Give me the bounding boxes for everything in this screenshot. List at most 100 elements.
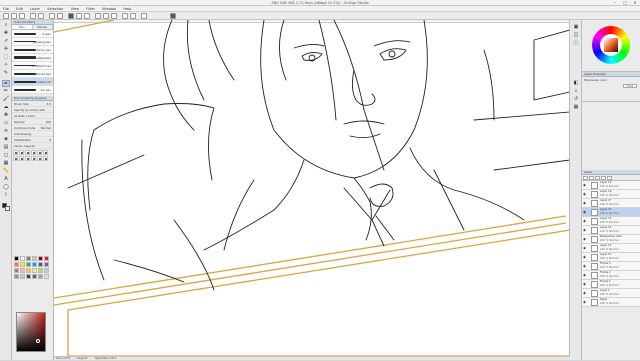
pen-icon[interactable]: ✒ bbox=[2, 80, 10, 87]
delete-layer-icon[interactable] bbox=[595, 176, 600, 180]
layer-row[interactable]: ◉ Layer 14 100 % Normal bbox=[582, 226, 640, 235]
info-icon[interactable]: ⓘ bbox=[572, 40, 580, 47]
color-swatch[interactable] bbox=[20, 256, 25, 261]
help-icon[interactable] bbox=[141, 13, 147, 19]
gradient-icon[interactable]: ▤ bbox=[2, 144, 10, 151]
size-preset[interactable] bbox=[31, 150, 36, 155]
visibility-eye-icon[interactable]: ◉ bbox=[583, 219, 587, 223]
clip-icon[interactable] bbox=[607, 176, 612, 180]
color-swatch[interactable] bbox=[14, 268, 19, 273]
snap-to-guide-icon[interactable] bbox=[103, 13, 109, 19]
auto-select-icon[interactable]: ✧ bbox=[2, 62, 10, 69]
layer-row[interactable]: ◉ Layer 15 100 % Normal bbox=[582, 217, 640, 226]
color-swatch[interactable] bbox=[32, 274, 37, 279]
brush-item[interactable]: Ink pen bbox=[12, 86, 53, 94]
snap-to-grid-icon[interactable] bbox=[111, 13, 117, 19]
airbrush-icon[interactable]: ☁ bbox=[2, 104, 10, 111]
layer-row[interactable]: ◉ Frame 1 100 % Normal bbox=[582, 280, 640, 289]
brush-item[interactable]: G-pen bbox=[12, 30, 53, 38]
color-swatch[interactable] bbox=[44, 256, 49, 261]
quick-access-icon[interactable] bbox=[122, 13, 128, 19]
color-swatch[interactable] bbox=[26, 268, 31, 273]
brush-item[interactable]: Calligraphy bbox=[12, 54, 53, 62]
size-preset[interactable] bbox=[43, 150, 48, 155]
transform-icon[interactable] bbox=[57, 13, 63, 19]
color-swatch[interactable] bbox=[14, 256, 19, 261]
balloon-icon[interactable]: ◯ bbox=[2, 184, 10, 191]
frame-border-icon[interactable]: ▦ bbox=[2, 160, 10, 167]
color-wheel[interactable] bbox=[592, 26, 630, 64]
snap-to-ruler-icon[interactable] bbox=[95, 13, 101, 19]
blend-icon[interactable]: ≋ bbox=[2, 128, 10, 135]
user-icon[interactable] bbox=[170, 13, 176, 19]
color-swatch[interactable] bbox=[44, 274, 49, 279]
material-icon[interactable]: ▦ bbox=[572, 104, 580, 111]
size-preset[interactable] bbox=[25, 150, 30, 155]
lock-icon[interactable] bbox=[601, 176, 606, 180]
brush-item[interactable]: Textured pen bbox=[12, 70, 53, 78]
layer-row[interactable]: ◉ Paper 100 % Normal bbox=[582, 298, 640, 307]
color-swatch[interactable] bbox=[44, 268, 49, 273]
color-swatch[interactable] bbox=[38, 262, 43, 267]
visibility-eye-icon[interactable]: ◉ bbox=[583, 228, 587, 232]
color-swatch[interactable] bbox=[20, 274, 25, 279]
size-preset[interactable] bbox=[37, 150, 42, 155]
color-swatch[interactable] bbox=[38, 274, 43, 279]
sub-view-icon[interactable]: ◫ bbox=[572, 32, 580, 39]
open-file-icon[interactable] bbox=[11, 13, 17, 19]
visibility-eye-icon[interactable]: ◉ bbox=[583, 300, 587, 304]
picker-cursor[interactable] bbox=[36, 339, 40, 343]
brush-item[interactable]: Mapping pen bbox=[12, 38, 53, 46]
new-layer-icon[interactable] bbox=[583, 176, 588, 180]
visibility-eye-icon[interactable]: ◉ bbox=[583, 201, 587, 205]
layer-row[interactable]: ◉ Frame 3 100 % Normal bbox=[582, 262, 640, 271]
pencil-icon[interactable]: ✏ bbox=[2, 88, 10, 95]
color-swatch[interactable] bbox=[32, 256, 37, 261]
brush-item[interactable]: Turnip pen bbox=[12, 46, 53, 54]
visibility-eye-icon[interactable]: ◉ bbox=[583, 246, 587, 250]
color-picker[interactable] bbox=[16, 312, 46, 352]
fill-icon[interactable]: ◈ bbox=[2, 136, 10, 143]
show-selection-icon[interactable] bbox=[84, 13, 90, 19]
redo-icon[interactable] bbox=[38, 13, 44, 19]
saturation-square[interactable] bbox=[604, 38, 618, 52]
expression-color-select[interactable]: Color bbox=[623, 84, 637, 88]
layer-row[interactable]: ◉ Layer 1 100 % Normal bbox=[582, 289, 640, 298]
move-icon[interactable]: ✥ bbox=[2, 30, 10, 37]
canvas[interactable] bbox=[54, 20, 570, 356]
color-swatch[interactable] bbox=[32, 262, 37, 267]
layer-row[interactable]: ◉ Frame 2 100 % Normal bbox=[582, 271, 640, 280]
layer-row[interactable]: ◉ Layer 12 100 % Normal bbox=[582, 244, 640, 253]
color-swatch[interactable] bbox=[20, 268, 25, 273]
color-swatch[interactable] bbox=[14, 274, 19, 279]
clear-icon[interactable] bbox=[49, 13, 55, 19]
color-swatch[interactable] bbox=[38, 268, 43, 273]
size-preset[interactable] bbox=[25, 156, 30, 161]
figure-icon[interactable]: ◻ bbox=[2, 152, 10, 159]
size-preset[interactable] bbox=[19, 150, 24, 155]
tab-pen[interactable]: Pen bbox=[12, 25, 33, 29]
decoration-icon[interactable]: ❋ bbox=[2, 112, 10, 119]
eraser-icon[interactable]: ▭ bbox=[2, 120, 10, 127]
tab-marker[interactable]: Marker bbox=[33, 25, 53, 29]
deselect-icon[interactable] bbox=[68, 13, 74, 19]
layer-row[interactable]: ◉ Layer 19 100 % Normal bbox=[582, 181, 640, 190]
brush-item[interactable]: For effect lines bbox=[12, 62, 53, 70]
color-swatch[interactable] bbox=[20, 262, 25, 267]
sub-color-swatch[interactable] bbox=[5, 206, 10, 211]
layer-row[interactable]: ◉ Layer 17 100 % Normal bbox=[582, 199, 640, 208]
text-icon[interactable]: A bbox=[2, 176, 10, 183]
zoom-icon[interactable]: ⌕ bbox=[2, 22, 10, 29]
visibility-eye-icon[interactable]: ◉ bbox=[583, 210, 587, 214]
color-swatch[interactable] bbox=[26, 256, 31, 261]
vector-magnet-row[interactable]: Vector magnet bbox=[12, 143, 53, 149]
visibility-eye-icon[interactable]: ◉ bbox=[583, 237, 587, 241]
ruler-icon[interactable]: 📏 bbox=[2, 168, 10, 175]
brush-icon[interactable]: 🖌 bbox=[2, 96, 10, 103]
visibility-eye-icon[interactable]: ◉ bbox=[583, 255, 587, 259]
operation-icon[interactable]: ➚ bbox=[2, 38, 10, 45]
layer-row[interactable]: ◉ Layer 18 100 % Normal bbox=[582, 190, 640, 199]
visibility-eye-icon[interactable]: ◉ bbox=[583, 264, 587, 268]
layer-property-icon[interactable]: ◧ bbox=[572, 80, 580, 87]
size-preset[interactable] bbox=[13, 156, 18, 161]
